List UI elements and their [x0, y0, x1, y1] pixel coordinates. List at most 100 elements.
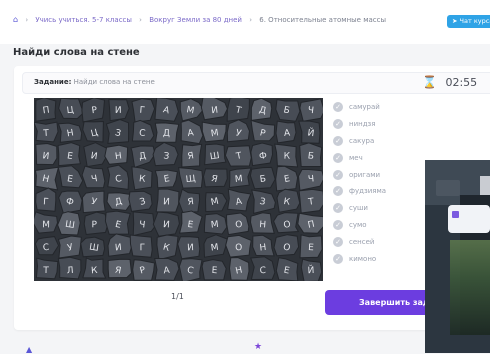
board-letter[interactable]: Г — [139, 106, 145, 116]
board-letter[interactable]: Н — [259, 220, 266, 230]
page-indicator: 1/1 — [171, 292, 184, 301]
page-title: Найди слова на стене — [13, 47, 140, 58]
word-item: ✓ кимоно — [333, 250, 386, 267]
word-list: ✓ самурай ✓ ниндзя ✓ сакура ✓ меч ✓ оригами ✓ фудзи… — [333, 99, 386, 267]
word-item: ✓ фудзияма — [333, 183, 386, 200]
board-letter[interactable]: М — [234, 174, 243, 185]
timer: ⌛ 02:55 — [422, 75, 477, 89]
board-letter[interactable]: К — [284, 152, 291, 162]
check-icon: ✓ — [333, 119, 343, 130]
breadcrumb-item-module[interactable]: Вокруг Земли за 80 дней — [149, 16, 242, 24]
word-item: ✓ меч — [333, 149, 386, 166]
board-letter[interactable]: С — [42, 243, 49, 254]
board-letter[interactable]: Д — [163, 129, 170, 139]
board-letter[interactable]: О — [235, 220, 243, 231]
check-icon: ✓ — [333, 236, 343, 247]
breadcrumb: ⌂ › Учись учиться. 5-7 классы › Вокруг З… — [13, 15, 386, 24]
word-text: самурай — [349, 103, 380, 112]
check-icon: ✓ — [333, 135, 343, 146]
video-overlay-image — [450, 240, 490, 335]
check-icon: ✓ — [333, 169, 343, 180]
board-letter[interactable]: М — [210, 128, 219, 139]
board-letter[interactable]: Б — [259, 174, 266, 185]
timer-value: 02:55 — [445, 76, 478, 89]
word-search-board[interactable]: П Ц Р И Г А М И Т Д Б ЧТ Н Ц З С Д А М У Р А ЙИ Е И Н Д З Я Ш Т Ф К БН Е Ч С… — [34, 98, 323, 281]
word-item: ✓ ниндзя — [333, 116, 386, 133]
word-text: суши — [349, 204, 368, 213]
word-item: ✓ сумо — [333, 217, 386, 234]
board-letter[interactable]: И — [211, 106, 219, 117]
check-icon: ✓ — [333, 186, 343, 197]
check-icon: ✓ — [333, 253, 343, 264]
board-letter[interactable]: О — [235, 243, 243, 253]
word-item: ✓ самурай — [333, 99, 386, 116]
telegram-chat-button[interactable]: ➤ Чат курса — [447, 15, 490, 28]
check-icon: ✓ — [333, 102, 343, 113]
task-text: Найди слова на стене — [73, 78, 155, 86]
board-letter[interactable]: Т — [42, 129, 50, 139]
board-letter[interactable]: М — [42, 220, 50, 230]
board-letter[interactable]: Й — [307, 264, 314, 276]
board-letter[interactable]: И — [42, 151, 50, 162]
board-letter[interactable]: С — [139, 128, 146, 139]
breadcrumb-item-current: 6. Относительные атомные массы — [259, 16, 387, 24]
square-icon — [452, 211, 459, 218]
board-letter[interactable]: Ц — [66, 106, 74, 117]
hourglass-icon: ⌛ — [422, 75, 437, 89]
board-letter[interactable]: М — [210, 243, 219, 254]
board-letter[interactable]: Л — [66, 266, 74, 277]
word-item: ✓ сенсей — [333, 233, 386, 250]
board-letter[interactable]: Ш — [209, 151, 220, 162]
word-text: сакура — [349, 136, 375, 145]
word-text: кимоно — [349, 254, 377, 263]
word-text: оригами — [349, 170, 381, 179]
board-letter[interactable]: И — [115, 243, 123, 254]
board-letter[interactable]: Н — [114, 151, 122, 162]
home-icon[interactable]: ⌂ — [13, 15, 18, 24]
word-text: фудзияма — [349, 187, 387, 196]
word-text: сумо — [349, 220, 367, 229]
board-letter[interactable]: Г — [43, 197, 49, 207]
board-letter[interactable]: П — [42, 105, 50, 116]
word-item: ✓ оригами — [333, 166, 386, 183]
bottom-center-icon[interactable]: ★ — [254, 342, 262, 352]
board-letter[interactable]: Ч — [307, 106, 314, 117]
board-letter[interactable]: Ч — [139, 220, 146, 231]
board-letter[interactable]: Ш — [64, 220, 75, 231]
board-letter[interactable]: С — [260, 266, 267, 276]
video-overlay-edge — [480, 176, 490, 196]
breadcrumb-separator: › — [249, 16, 253, 24]
task-label: Задание: — [34, 78, 72, 86]
word-text: меч — [349, 153, 363, 162]
check-icon: ✓ — [333, 152, 343, 163]
word-text: сенсей — [349, 237, 375, 246]
board-letter[interactable]: Е — [211, 266, 218, 276]
board-letter[interactable]: Ш — [88, 243, 99, 254]
board-letter[interactable]: Т — [42, 266, 49, 276]
board-letter[interactable]: И — [115, 106, 122, 116]
board-letter[interactable]: М — [210, 220, 219, 231]
board-letter[interactable]: Е — [308, 243, 315, 253]
board-letter[interactable]: Н — [259, 243, 267, 254]
board-letter[interactable]: Я — [187, 197, 194, 208]
word-item: ✓ сакура — [333, 133, 386, 150]
check-icon: ✓ — [333, 203, 343, 214]
board-letter[interactable]: И — [187, 243, 194, 253]
task-description: Задание: Найди слова на стене — [34, 78, 155, 86]
board-letter[interactable]: Р — [91, 220, 97, 230]
check-icon: ✓ — [333, 219, 343, 230]
board-letter[interactable]: И — [163, 197, 170, 207]
video-overlay-control[interactable] — [436, 180, 460, 196]
board-letter[interactable]: И — [163, 220, 170, 230]
video-overlay-card — [448, 205, 490, 233]
word-item: ✓ суши — [333, 200, 386, 217]
breadcrumb-separator: › — [139, 16, 142, 24]
breadcrumb-item-course[interactable]: Учись учиться. 5-7 классы — [35, 16, 132, 24]
word-text: ниндзя — [349, 120, 376, 129]
board-letter[interactable]: Г — [140, 243, 146, 253]
board-letter[interactable]: Щ — [185, 174, 196, 185]
telegram-chat-label: Чат курса — [459, 17, 490, 25]
telegram-icon: ➤ — [452, 17, 458, 25]
board-letter[interactable]: Ч — [308, 174, 315, 184]
board-letter[interactable]: Б — [307, 151, 314, 162]
